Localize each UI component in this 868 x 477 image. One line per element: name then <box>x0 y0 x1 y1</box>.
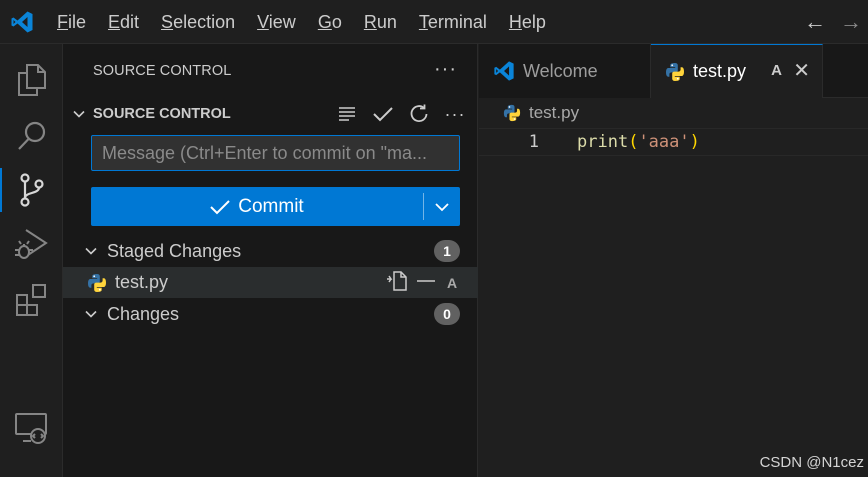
staged-count-badge: 1 <box>434 240 460 262</box>
source-control-sidebar: SOURCE CONTROL ··· SOURCE CONTROL ··· Co… <box>63 44 478 477</box>
menu-terminal[interactable]: Terminal <box>408 0 498 44</box>
sidebar-title: SOURCE CONTROL <box>93 63 232 79</box>
tab-git-status: A <box>771 62 782 79</box>
menu-file[interactable]: File <box>46 0 97 44</box>
menu-edit[interactable]: Edit <box>97 0 150 44</box>
run-debug-icon[interactable] <box>0 216 63 272</box>
back-arrow-icon[interactable]: ← <box>804 9 826 35</box>
navigation-controls: ← → <box>804 0 862 44</box>
breadcrumb[interactable]: test.py <box>503 101 579 125</box>
vscode-logo-icon <box>494 61 514 81</box>
changes-label: Changes <box>107 303 180 324</box>
forward-arrow-icon[interactable]: → <box>840 9 862 35</box>
file-actions: A <box>386 267 460 298</box>
watermark: CSDN @N1cez <box>759 454 864 471</box>
vscode-logo-icon[interactable] <box>0 0 44 44</box>
menu-selection[interactable]: Selection <box>150 0 246 44</box>
line-number: 1 <box>528 132 539 152</box>
menu-go[interactable]: Go <box>307 0 353 44</box>
code-line[interactable]: 1 print('aaa') <box>479 128 868 156</box>
python-file-icon <box>88 273 106 292</box>
menu-help[interactable]: Help <box>498 0 557 44</box>
section-actions: ··· <box>336 98 466 130</box>
extensions-icon[interactable] <box>0 272 63 328</box>
check-icon <box>210 199 230 214</box>
python-file-icon <box>666 62 684 81</box>
explorer-icon[interactable] <box>0 52 63 108</box>
editor-tabs: Welcome test.py A ✕ <box>479 44 868 98</box>
tab-label: test.py <box>693 61 747 81</box>
staged-file-name: test.py <box>115 272 169 292</box>
remote-explorer-icon[interactable] <box>0 400 63 456</box>
unstage-icon[interactable] <box>416 271 436 294</box>
staged-changes-group[interactable]: Staged Changes 1 <box>63 236 478 266</box>
python-file-icon <box>503 104 521 122</box>
tab-label: Welcome <box>523 60 598 81</box>
commit-button[interactable]: Commit <box>91 187 423 226</box>
staged-file-row[interactable]: test.py A <box>63 267 478 298</box>
activity-bar <box>0 44 63 477</box>
changes-group[interactable]: Changes 0 <box>63 299 478 329</box>
chevron-down-icon[interactable] <box>83 243 99 259</box>
close-icon[interactable]: ✕ <box>793 58 810 83</box>
file-status-badge: A <box>446 274 458 291</box>
tab-test-py[interactable]: test.py A ✕ <box>651 44 823 98</box>
title-bar: File Edit Selection View Go Run Terminal… <box>0 0 868 44</box>
commit-check-icon[interactable] <box>372 103 394 125</box>
menu-view[interactable]: View <box>246 0 307 44</box>
code-text[interactable]: print('aaa') <box>577 132 700 152</box>
chevron-down-icon[interactable] <box>83 306 99 322</box>
refresh-icon[interactable] <box>408 103 430 125</box>
source-control-icon[interactable] <box>0 162 63 218</box>
commit-dropdown-button[interactable] <box>424 187 460 226</box>
view-as-list-icon[interactable] <box>336 103 358 125</box>
changes-count-badge: 0 <box>434 303 460 325</box>
open-file-icon[interactable] <box>386 271 408 294</box>
more-actions-icon[interactable]: ··· <box>434 58 457 81</box>
sidebar-header: SOURCE CONTROL <box>63 44 478 98</box>
breadcrumb-file: test.py <box>529 103 580 122</box>
tab-welcome[interactable]: Welcome <box>479 44 651 98</box>
chevron-down-icon <box>435 202 449 211</box>
commit-message-input[interactable] <box>91 135 460 171</box>
staged-changes-label: Staged Changes <box>107 240 242 261</box>
menu-run[interactable]: Run <box>353 0 408 44</box>
source-control-section-header[interactable]: SOURCE CONTROL ··· <box>63 98 478 130</box>
search-icon[interactable] <box>0 108 63 164</box>
section-title: SOURCE CONTROL <box>93 106 231 122</box>
chevron-down-icon[interactable] <box>71 106 87 122</box>
commit-button-label: Commit <box>238 195 304 217</box>
commit-button-group: Commit <box>91 187 460 226</box>
editor-area: Welcome test.py A ✕ test.py 1 print('aaa… <box>479 44 868 477</box>
section-more-icon[interactable]: ··· <box>444 103 466 125</box>
menu-bar: File Edit Selection View Go Run Terminal… <box>46 0 557 44</box>
